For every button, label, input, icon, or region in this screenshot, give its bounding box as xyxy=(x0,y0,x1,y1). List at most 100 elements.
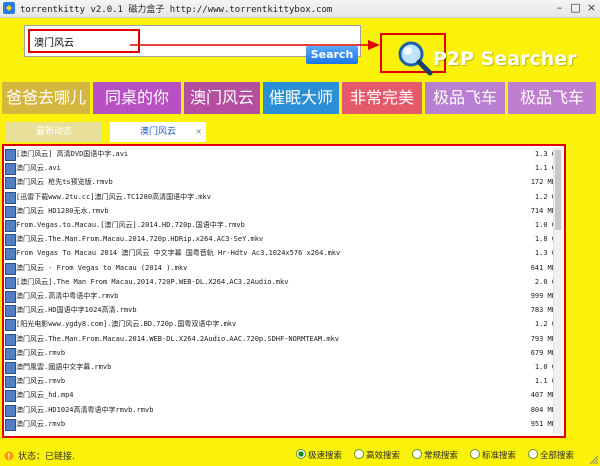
result-name: From Vegas To Macau 2014 澳门风云 中文字幕 国粤音轨 … xyxy=(16,249,341,258)
hot-keywords: 爸爸去哪儿 同桌的你 澳门风云 催眠大师 非常完美 极品飞车 极品飞车 xyxy=(2,82,598,114)
result-row[interactable]: 澳門風雲.國語中文字幕.rmvb 1.0 G xyxy=(4,361,560,374)
file-icon xyxy=(5,177,16,190)
result-name: 澳门风云 - From Vegas to Macau (2014 ).mkv xyxy=(16,263,188,272)
tab-latest[interactable]: 最新动态 xyxy=(6,122,102,142)
tile-2[interactable]: 澳门风云 xyxy=(184,82,260,114)
result-row[interactable]: 澳门风云.The.Man.From.Macau.2014.WEB-DL.X264… xyxy=(4,333,560,346)
result-row[interactable]: [迅雷下载www.2tu.cc]澳门风云.TC1280高清国语中字.mkv 1.2… xyxy=(4,191,560,204)
file-icon xyxy=(5,376,16,389)
results-list: [澳门风云] 高清DVD国语中字.avi 1.3 G 澳门风云.avi 1.1 G 澳门… xyxy=(2,144,566,438)
tile-6[interactable]: 极品飞车 xyxy=(508,82,596,114)
file-icon xyxy=(5,305,16,318)
status-icon xyxy=(4,451,14,461)
file-icon xyxy=(5,191,16,204)
result-name: [澳门风云] 高清DVD国语中字.avi xyxy=(16,150,129,158)
result-row[interactable]: 澳门风云.avi 1.1 G xyxy=(4,162,560,176)
scrollbar[interactable] xyxy=(553,148,562,434)
result-size: 407 MB xyxy=(530,391,556,400)
result-name: 澳门风云.The.Man.From.Macau.2014.WEB-DL.X264… xyxy=(16,334,340,343)
result-row[interactable]: [澳门风云] 高清DVD国语中字.avi 1.3 G xyxy=(4,148,560,161)
search-input[interactable] xyxy=(28,29,140,53)
close-window-button[interactable]: × xyxy=(584,1,599,15)
result-name: 澳门风云.HD1024高清粤语中字rmvb.rmvb xyxy=(16,405,154,414)
result-name: 澳门风云.rmvb xyxy=(16,377,66,386)
file-icon xyxy=(5,276,16,289)
app-logo-icon xyxy=(3,2,15,14)
result-row[interactable]: 澳门风云 枪先ts预览版.rmvb 172 MB xyxy=(4,176,560,190)
app-body: Search P2P Searcher 爸爸去哪儿 同桌的你 澳门风云 催眠大师… xyxy=(0,18,600,466)
result-row[interactable]: 澳门风云.rmvb 1.1 G xyxy=(4,375,560,389)
result-name: 澳门风云.高清中粤语中字.rmvb xyxy=(16,292,119,300)
result-row[interactable]: 澳门风云.The.Man.From.Macau.2014.720p.HDRip.… xyxy=(4,233,560,247)
file-icon xyxy=(5,248,16,261)
result-size: 804 MB xyxy=(530,405,556,414)
file-icon xyxy=(5,418,16,431)
radio-icon xyxy=(470,449,480,459)
minimize-button[interactable]: – xyxy=(552,1,567,15)
result-row[interactable]: 澳门风云.rmvb 951 MB xyxy=(4,418,560,431)
result-row[interactable]: [澳门风云].The Man From Macau.2014.720P.WEB-… xyxy=(4,276,560,289)
result-size: 172 MB xyxy=(530,178,556,187)
file-icon xyxy=(5,362,16,374)
tab-close-icon[interactable]: × xyxy=(195,122,202,142)
result-name: 澳门风云.avi xyxy=(16,164,61,173)
result-row[interactable]: 澳门风云 HD1280无水.rmvb 714 MB xyxy=(4,205,560,218)
result-row[interactable]: From Vegas To Macau 2014 澳门风云 中文字幕 国粤音轨 … xyxy=(4,247,560,261)
result-size: 1.8 G xyxy=(534,235,556,244)
search-mode-fast[interactable]: 极速搜索 xyxy=(296,449,342,463)
file-icon xyxy=(5,390,16,403)
result-name: 澳門風雲.國語中文字幕.rmvb xyxy=(16,363,112,371)
radio-icon xyxy=(528,449,538,459)
result-size: 1.2 G xyxy=(534,192,556,201)
result-row[interactable]: 澳门风云.高清中粤语中字.rmvb 999 MB xyxy=(4,290,560,303)
radio-icon xyxy=(354,449,364,459)
tile-4[interactable]: 非常完美 xyxy=(342,82,422,114)
result-size: 1.3 G xyxy=(534,150,556,158)
file-icon xyxy=(5,163,16,176)
search-mode-group: 极速搜索 高效搜索 常规搜索 标准搜索 全部搜索 xyxy=(296,449,596,463)
result-size: 1.2 G xyxy=(534,320,556,329)
resize-grip-icon[interactable] xyxy=(588,454,598,464)
tab-search-result[interactable]: 澳门风云 × xyxy=(110,122,206,142)
result-size: 714 MB xyxy=(530,206,556,215)
file-icon xyxy=(5,205,16,218)
window-title: torrentkitty v2.0.1 磁力盒子 http://www.torr… xyxy=(20,5,333,15)
result-name: 澳门风云 HD1280无水.rmvb xyxy=(16,206,109,215)
search-mode-all[interactable]: 全部搜索 xyxy=(528,449,574,463)
result-size: 793 MB xyxy=(530,334,556,343)
result-name: 澳门风云.HD国语中字1024高清.rmvb xyxy=(16,306,137,315)
tab-bar: 最新动态 澳门风云 × xyxy=(0,122,600,142)
result-size: 679 MB xyxy=(530,348,556,357)
result-row[interactable]: 澳门风云.HD1024高清粤语中字rmvb.rmvb 804 MB xyxy=(4,404,560,417)
search-mode-efficient[interactable]: 高效搜索 xyxy=(354,449,400,463)
result-size: 641 MB xyxy=(530,263,556,272)
search-mode-normal[interactable]: 常规搜索 xyxy=(412,449,458,463)
arrow-icon xyxy=(130,40,380,50)
file-icon xyxy=(5,404,16,417)
result-row[interactable]: 澳门风云 - From Vegas to Macau (2014 ).mkv 64… xyxy=(4,262,560,275)
file-icon xyxy=(5,220,16,232)
result-row[interactable]: [阳光电影www.ygdy8.com].澳门风云.BD.720p.国粤双语中字.… xyxy=(4,318,560,332)
scrollbar-thumb[interactable] xyxy=(555,150,561,230)
magnifier-icon[interactable] xyxy=(395,38,435,78)
result-row[interactable]: 澳门风云.HD国语中字1024高清.rmvb 783 MB xyxy=(4,304,560,318)
result-name: [迅雷下载www.2tu.cc]澳门风云.TC1280高清国语中字.mkv xyxy=(16,192,211,201)
tile-0[interactable]: 爸爸去哪儿 xyxy=(2,82,90,114)
tile-1[interactable]: 同桌的你 xyxy=(93,82,181,114)
result-size: 783 MB xyxy=(530,306,556,315)
result-row[interactable]: From.Vegas.to.Macau.[澳门风云].2014.HD.720p.… xyxy=(4,219,560,232)
result-size: 1.1 G xyxy=(534,377,556,386)
result-row[interactable]: 澳门风云.rmvb 679 MB xyxy=(4,347,560,360)
tile-5[interactable]: 极品飞车 xyxy=(425,82,505,114)
result-size: 1.0 G xyxy=(534,363,556,371)
file-icon xyxy=(5,347,16,360)
tile-3[interactable]: 催眠大师 xyxy=(263,82,339,114)
maximize-button[interactable]: □ xyxy=(568,1,583,15)
result-row[interactable]: 澳门风云_hd.mp4 407 MB xyxy=(4,389,560,403)
search-mode-standard[interactable]: 标准搜索 xyxy=(470,449,516,463)
result-name: 澳门风云.rmvb xyxy=(16,348,66,357)
result-size: 999 MB xyxy=(530,292,556,300)
radio-icon xyxy=(412,449,422,459)
result-size: 951 MB xyxy=(530,419,556,428)
radio-selected-icon xyxy=(296,449,306,459)
